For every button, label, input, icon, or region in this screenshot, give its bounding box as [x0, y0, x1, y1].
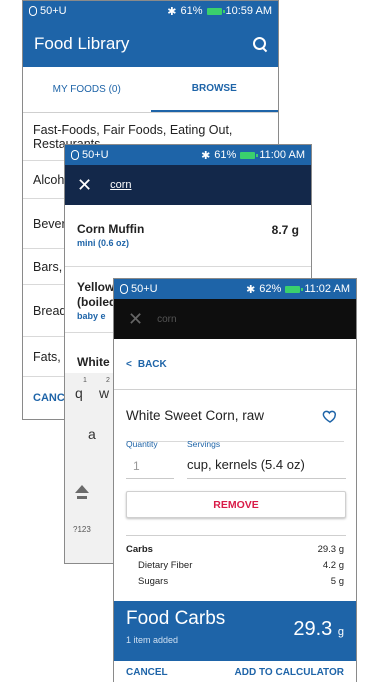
key-w[interactable]: w	[99, 385, 109, 401]
fiber-value: 4.2 g	[322, 560, 344, 571]
chevron-left-icon: <	[126, 358, 132, 370]
tab-bar: MY FOODS (0) BROWSE	[23, 67, 278, 113]
bluetooth-icon: ✱	[246, 283, 256, 296]
carbs-value: 29.3 g	[317, 544, 344, 555]
food-carbs-unit: g	[337, 626, 344, 638]
back-button[interactable]: < BACK	[114, 339, 356, 390]
food-detail-screen: 50+U ✱ 62% 11:02 AM ✕ corn < BACK White …	[113, 278, 357, 682]
search-bar: ✕ corn	[65, 165, 311, 205]
result-serving: mini (0.6 oz)	[77, 238, 130, 248]
sugars-label: Sugars	[138, 576, 169, 587]
battery-icon	[240, 151, 259, 159]
clock: 10:59 AM	[225, 5, 272, 17]
items-added: 1 item added	[126, 635, 179, 645]
clock: 11:00 AM	[259, 149, 305, 161]
status-bar: 50+U ✱ 61% 11:00 AM	[65, 145, 311, 165]
food-carbs-total: 29.3 g	[293, 618, 344, 641]
servings-label: Servings	[187, 439, 221, 449]
close-icon[interactable]: ✕	[77, 175, 92, 196]
pod-status: 50+U	[82, 149, 109, 161]
back-label: BACK	[137, 358, 167, 370]
pod-status: 50+U	[131, 283, 158, 295]
result-name: White	[77, 355, 110, 369]
search-input[interactable]: corn	[110, 179, 131, 191]
search-icon[interactable]	[253, 37, 267, 51]
result-name: Yellow	[77, 280, 115, 294]
key-a[interactable]: a	[88, 426, 96, 442]
action-bar: CANCEL ADD TO CALCULATOR	[114, 661, 356, 682]
food-header: White Sweet Corn, raw	[126, 390, 344, 442]
page-title: Food Library	[34, 34, 130, 53]
cancel-button[interactable]: CANCEL	[126, 667, 168, 678]
quantity-underline	[126, 478, 174, 479]
battery-icon	[285, 285, 304, 293]
search-query: corn	[157, 313, 177, 325]
divider	[126, 535, 346, 536]
favorite-heart-icon[interactable]	[322, 408, 338, 424]
battery-percent: 61%	[214, 149, 237, 161]
food-name: White Sweet Corn, raw	[126, 408, 265, 423]
food-carbs-summary: Food Carbs 1 item added 29.3 g	[114, 601, 356, 661]
title-bar: Food Library	[23, 21, 278, 67]
bluetooth-icon: ✱	[167, 5, 177, 18]
shift-underline	[77, 496, 87, 499]
servings-underline	[187, 478, 346, 479]
quantity-label: Quantity	[126, 439, 158, 449]
pod-icon	[29, 6, 37, 16]
carbs-label: Carbs	[126, 544, 153, 555]
bluetooth-icon: ✱	[201, 149, 211, 162]
servings-select[interactable]: cup, kernels (5.4 oz)	[187, 457, 305, 472]
tab-browse[interactable]: BROWSE	[150, 67, 278, 112]
result-name-cont: (boiled	[77, 295, 117, 309]
remove-button[interactable]: REMOVE	[126, 491, 346, 518]
key-q[interactable]: q	[75, 385, 83, 401]
quantity-field[interactable]: 1	[133, 459, 140, 473]
status-bar: 50+U ✱ 61% 10:59 AM	[23, 1, 278, 21]
pod-status: 50+U	[40, 5, 67, 17]
symbols-key[interactable]: ?123	[73, 525, 91, 534]
tab-my-foods[interactable]: MY FOODS (0)	[23, 67, 151, 112]
result-name: Corn Muffin	[77, 222, 145, 236]
status-bar: 50+U ✱ 62% 11:02 AM	[114, 279, 356, 299]
key-hint: 2	[106, 377, 110, 384]
battery-percent: 61%	[180, 5, 203, 17]
clock: 11:02 AM	[304, 283, 350, 295]
close-icon: ✕	[128, 308, 144, 329]
shift-icon[interactable]	[75, 485, 89, 493]
key-hint: 1	[83, 377, 87, 384]
food-carbs-value: 29.3	[293, 618, 333, 640]
result-carbs: 8.7 g	[271, 223, 299, 237]
add-to-calculator-button[interactable]: ADD TO CALCULATOR	[235, 667, 344, 678]
result-serving: baby e	[77, 311, 106, 321]
sugars-value: 5 g	[330, 576, 344, 587]
battery-icon	[206, 7, 225, 15]
battery-percent: 62%	[259, 283, 282, 295]
search-bar-dimmed: ✕ corn	[114, 299, 356, 339]
list-item[interactable]: Corn Muffin mini (0.6 oz) 8.7 g	[65, 205, 311, 267]
pod-icon	[71, 150, 79, 160]
pod-icon	[120, 284, 128, 294]
fiber-label: Dietary Fiber	[138, 560, 193, 571]
food-carbs-title: Food Carbs	[126, 608, 226, 629]
